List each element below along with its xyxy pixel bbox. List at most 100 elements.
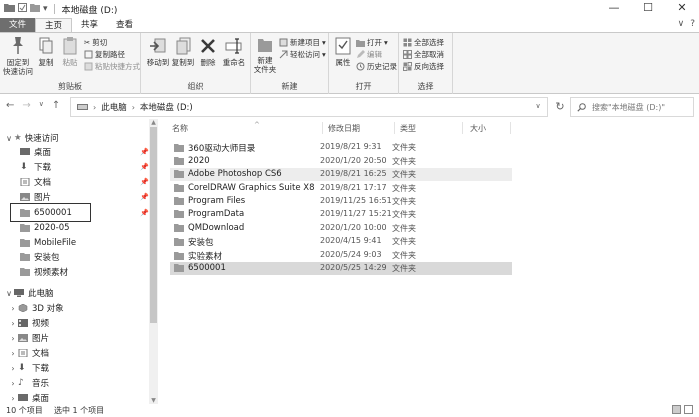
chevron-right-icon[interactable]: › (8, 394, 18, 403)
column-header-date[interactable]: 修改日期 (328, 123, 360, 134)
column-header-type[interactable]: 类型 (400, 123, 416, 134)
column-divider[interactable] (322, 122, 323, 134)
back-icon[interactable]: ← (6, 100, 14, 111)
column-divider[interactable] (394, 122, 395, 134)
expand-caret-icon[interactable]: ∨ (4, 134, 14, 143)
new-folder-button[interactable]: 新建 文件夹 (253, 36, 277, 74)
table-row[interactable]: Program Files 2019/11/25 16:51 文件夹 (170, 195, 512, 208)
table-row[interactable]: 2020 2020/1/20 20:50 文件夹 (170, 155, 512, 168)
copy-to-button[interactable]: 复制到 (171, 36, 195, 67)
nav-item-desktop[interactable]: 桌面 (20, 145, 51, 159)
chevron-right-icon[interactable]: › (8, 349, 18, 358)
nav-item-pc-documents[interactable]: › 文档 (8, 346, 49, 360)
tab-file[interactable]: 文件 (0, 18, 36, 32)
collapse-ribbon-icon[interactable]: ∨ (678, 19, 685, 29)
cut-button[interactable]: ✂ 剪切 (84, 37, 107, 48)
up-icon[interactable]: ↑ (52, 100, 60, 111)
open-button[interactable]: 打开 ▾ (356, 37, 388, 48)
help-icon[interactable]: ? (690, 19, 695, 29)
breadcrumb-this-pc[interactable]: 此电脑 (101, 101, 127, 113)
table-row-selected[interactable]: 6500001 2020/5/25 14:29 文件夹 (170, 262, 512, 275)
close-button[interactable]: ✕ (665, 0, 699, 18)
column-header-name[interactable]: ^ 名称 (172, 121, 260, 134)
select-all-button[interactable]: 全部选择 (403, 37, 444, 48)
chevron-right-icon[interactable]: › (8, 364, 18, 373)
new-folder-label: 新建 文件夹 (253, 56, 277, 74)
forward-icon[interactable]: → (22, 100, 30, 111)
tab-home[interactable]: 主页 (35, 18, 73, 32)
table-row[interactable]: Adobe Photoshop CS6 2019/8/21 16:25 文件夹 (170, 168, 512, 181)
expand-caret-icon[interactable]: ∨ (4, 289, 14, 298)
ribbon-tabs: 文件 主页 共享 查看 ∨ ? (0, 18, 699, 32)
customize-toolbar-icon[interactable]: ▾ (43, 4, 48, 14)
scroll-up-icon[interactable]: ▲ (149, 119, 158, 126)
nav-item-documents[interactable]: 文档 (20, 175, 51, 189)
copy-button[interactable]: 复制 (35, 36, 57, 67)
new-folder-icon[interactable] (30, 3, 40, 15)
table-row[interactable]: 安装包 2020/4/15 9:41 文件夹 (170, 235, 512, 248)
nav-item-2020-05[interactable]: 2020-05 (20, 221, 70, 235)
window-title: 本地磁盘 (D:) (61, 5, 118, 16)
nav-item-3d-objects[interactable]: › 3D 对象 (8, 301, 63, 315)
large-icons-view-icon[interactable] (684, 405, 693, 414)
address-dropdown-icon[interactable]: ∨ (531, 97, 545, 117)
chevron-right-icon[interactable]: › (8, 319, 18, 328)
chevron-right-icon[interactable]: › (8, 379, 18, 388)
table-row[interactable]: CorelDRAW Graphics Suite X8 2019/8/21 17… (170, 182, 512, 195)
tab-share[interactable]: 共享 (72, 18, 107, 32)
minimize-button[interactable]: — (597, 0, 631, 18)
paste-button[interactable]: 粘贴 (59, 36, 81, 67)
chevron-right-icon[interactable]: › (8, 334, 18, 343)
tab-view[interactable]: 查看 (107, 18, 142, 32)
column-divider[interactable] (510, 122, 511, 134)
table-row[interactable]: ProgramData 2019/11/27 15:21 文件夹 (170, 208, 512, 221)
details-view-icon[interactable] (672, 405, 681, 414)
chevron-right-icon[interactable]: › (8, 304, 18, 313)
properties-icon[interactable] (18, 3, 27, 15)
delete-button[interactable]: 删除 (198, 36, 218, 67)
invert-selection-button[interactable]: 反向选择 (403, 61, 444, 72)
paste-shortcut-button[interactable]: 粘贴快捷方式 (84, 61, 140, 72)
recent-locations-icon[interactable]: ∨ (39, 100, 44, 111)
new-item-button[interactable]: 新建项目 ▾ (279, 37, 326, 48)
history-button[interactable]: 历史记录 (356, 61, 397, 72)
nav-quick-access[interactable]: ∨ ★ 快速访问 (4, 131, 59, 145)
copy-path-button[interactable]: 复制路径 (84, 49, 125, 60)
rename-button[interactable]: 重命名 (221, 36, 247, 67)
download-icon: ⬇ (20, 162, 28, 172)
column-header-size[interactable]: 大小 (470, 123, 486, 134)
scroll-down-icon[interactable]: ▼ (149, 397, 158, 404)
file-date: 2019/11/25 16:51 (320, 196, 392, 205)
nav-item-music[interactable]: › ♪ 音乐 (8, 376, 49, 390)
nav-this-pc[interactable]: ∨ 此电脑 (4, 286, 53, 300)
select-none-button[interactable]: 全部取消 (403, 49, 444, 60)
maximize-button[interactable]: ☐ (631, 0, 665, 18)
nav-item-pc-pictures[interactable]: › 图片 (8, 331, 49, 345)
search-box[interactable]: 搜索"本地磁盘 (D:)" (570, 97, 694, 117)
nav-item-pictures[interactable]: 图片 (20, 190, 51, 204)
easy-access-button[interactable]: 轻松访问 ▾ (279, 49, 326, 60)
folder-icon (20, 224, 30, 232)
nav-item-video-assets[interactable]: 视频素材 (20, 265, 68, 279)
nav-label: 音乐 (32, 379, 50, 389)
breadcrumb-drive-d[interactable]: 本地磁盘 (D:) (140, 101, 193, 113)
nav-item-mobilefile[interactable]: MobileFile (20, 236, 76, 250)
table-row[interactable]: QMDownload 2020/1/20 10:00 文件夹 (170, 222, 512, 235)
table-row[interactable]: 实验素材 2020/5/24 9:03 文件夹 (170, 249, 512, 262)
address-box[interactable]: › 此电脑 › 本地磁盘 (D:) (70, 97, 548, 117)
navigation-scrollbar[interactable]: ▲ ▼ (149, 119, 158, 404)
refresh-icon[interactable]: ↻ (553, 98, 567, 116)
edit-button[interactable]: 编辑 (356, 49, 382, 60)
column-divider[interactable] (462, 122, 463, 134)
table-row[interactable]: 360驱动大师目录 2019/8/21 9:31 文件夹 (170, 141, 512, 154)
nav-item-installers[interactable]: 安装包 (20, 250, 60, 264)
nav-item-videos[interactable]: › 视频 (8, 316, 49, 330)
nav-item-pc-desktop[interactable]: › 桌面 (8, 391, 49, 405)
scrollbar-thumb[interactable] (150, 127, 157, 323)
move-to-button[interactable]: 移动到 (146, 36, 170, 67)
nav-item-downloads[interactable]: ⬇ 下载 (20, 160, 51, 174)
properties-button[interactable]: 属性 (332, 36, 354, 67)
nav-label: 文档 (32, 349, 50, 359)
nav-item-pc-downloads[interactable]: › ⬇ 下载 (8, 361, 49, 375)
pin-quick-access-button[interactable]: 固定到 快速访问 (3, 36, 33, 76)
